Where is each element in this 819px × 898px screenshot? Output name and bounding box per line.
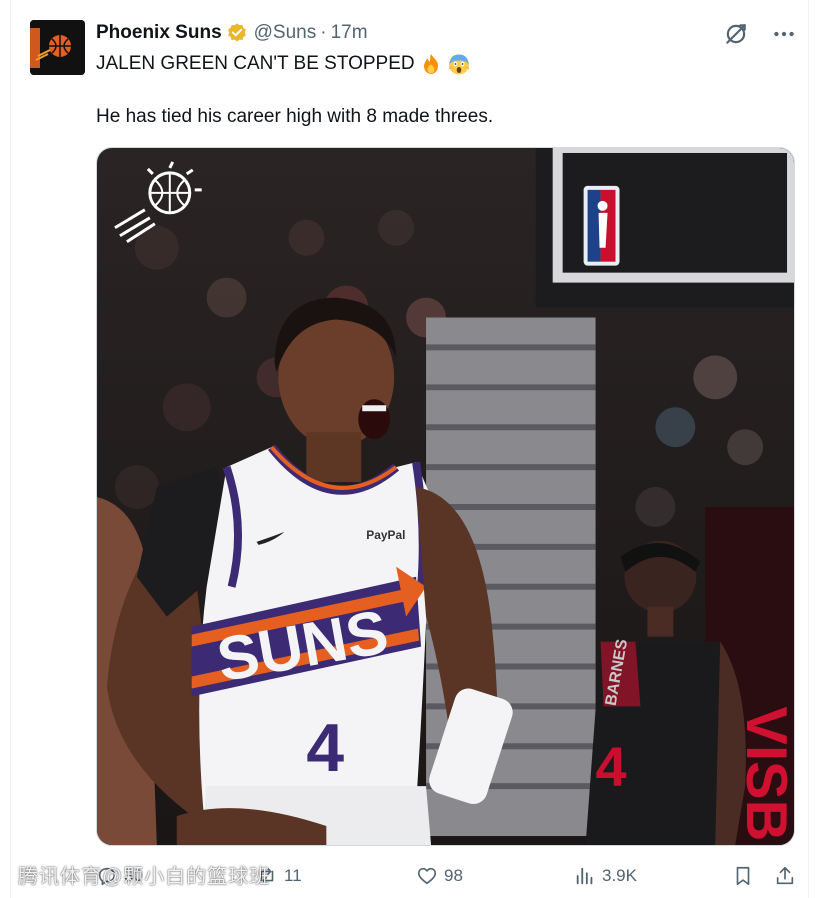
views-chart-icon: [576, 867, 593, 885]
avatar[interactable]: [30, 20, 85, 75]
backboard: [535, 148, 794, 308]
author-name[interactable]: Phoenix Suns: [96, 22, 222, 44]
retweet-count: 11: [284, 866, 302, 885]
heart-icon: [417, 867, 437, 885]
views-count: 3.9K: [602, 866, 637, 885]
separator: ·: [320, 22, 327, 43]
screaming-face-emoji-icon: [448, 54, 469, 75]
like-count: 98: [444, 866, 463, 885]
share-button[interactable]: [774, 858, 796, 894]
bookmark-icon: [736, 866, 750, 886]
tweet-header: Phoenix Suns @Suns · 17m: [96, 20, 368, 46]
fire-emoji-icon: [423, 54, 438, 74]
author-handle[interactable]: @Suns: [254, 22, 317, 44]
bookmark-button[interactable]: [732, 858, 754, 894]
grok-icon[interactable]: [723, 21, 749, 47]
svg-text:4: 4: [306, 711, 344, 786]
views-button[interactable]: 3.9K: [574, 858, 637, 894]
tweet-text-line1: JALEN GREEN CAN'T BE STOPPED: [96, 52, 471, 76]
tweet-video[interactable]: VISB 4 BARNES SUNS 4 PayPal: [96, 147, 795, 846]
svg-text:4: 4: [596, 735, 627, 798]
share-icon: [776, 866, 794, 885]
top-actions: [723, 20, 797, 48]
more-options-icon[interactable]: [771, 21, 797, 47]
verified-badge-icon: [227, 23, 246, 42]
tweet-text-headline: JALEN GREEN CAN'T BE STOPPED: [96, 53, 415, 74]
like-button[interactable]: 98: [416, 858, 463, 894]
tweet-text-body: He has tied his career high with 8 made …: [96, 106, 494, 127]
watermark: 腾讯体育@颗小白的篮球班: [18, 866, 271, 888]
timestamp[interactable]: 17m: [331, 22, 368, 44]
svg-text:PayPal: PayPal: [366, 528, 405, 542]
